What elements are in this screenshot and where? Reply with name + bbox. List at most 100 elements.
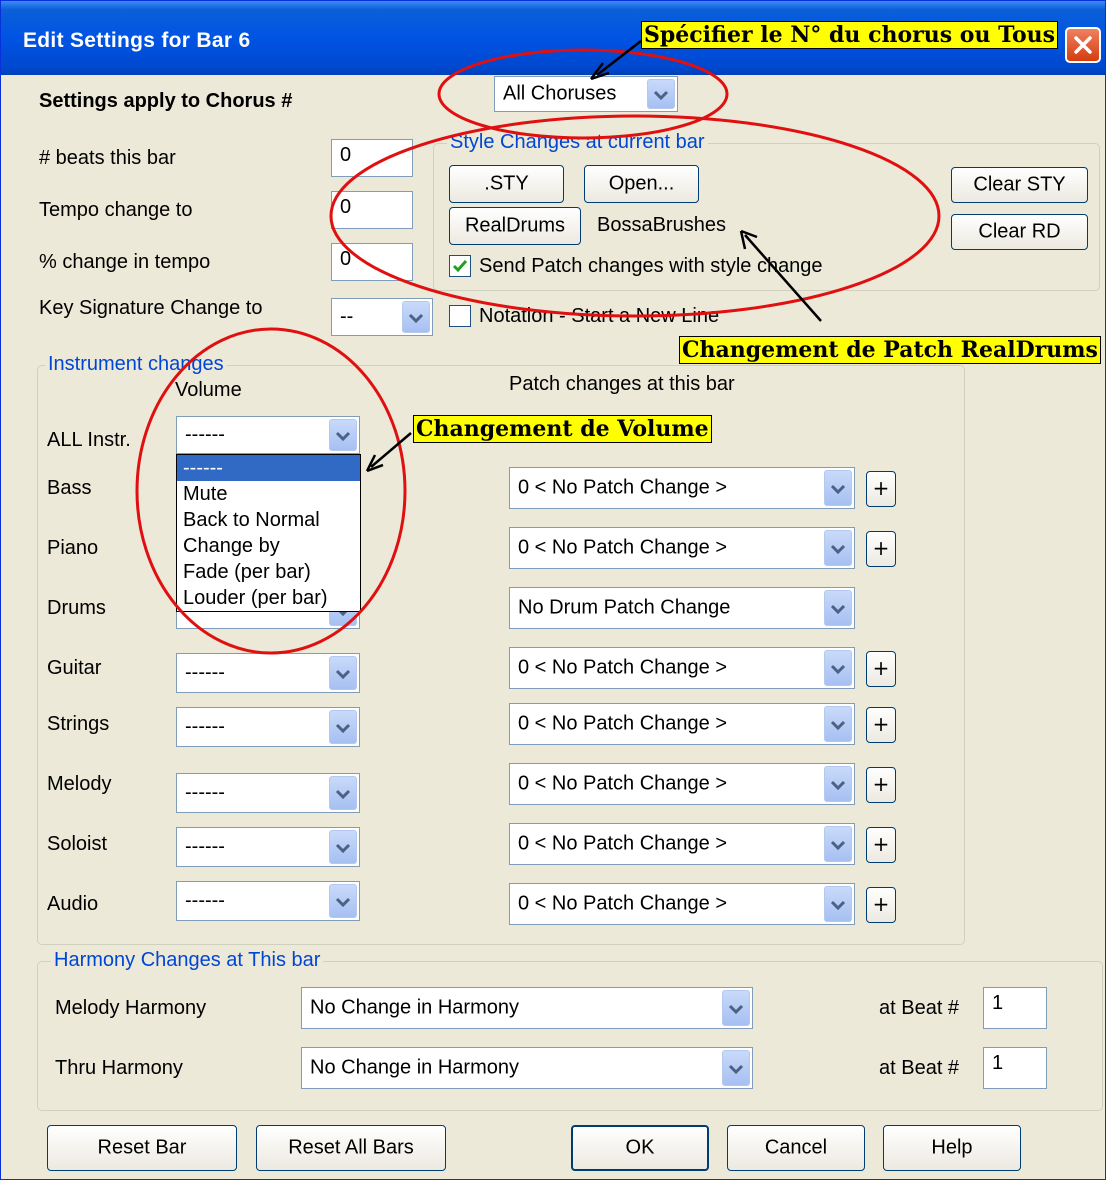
realdrums-button-label: RealDrums [464,214,566,237]
strings-patch-select[interactable]: 0 < No Patch Change > [509,703,855,745]
piano-patch-value: 0 < No Patch Change > [518,536,728,559]
notation-new-line-label: Notation - Start a New Line [479,305,720,327]
ok-button[interactable]: OK [571,1125,709,1171]
guitar-volume-select[interactable]: ------ [176,653,360,693]
chevron-down-icon[interactable] [824,470,852,506]
notation-new-line-checkbox[interactable] [449,305,471,327]
close-icon [1074,36,1092,54]
help-label: Help [931,1136,973,1159]
chevron-down-icon[interactable] [722,1050,750,1086]
clear-rd-label: Clear RD [978,220,1061,243]
piano-plus-button[interactable]: + [866,531,896,567]
send-patch-checkbox[interactable] [449,255,471,277]
audio-patch-select[interactable]: 0 < No Patch Change > [509,883,855,925]
soloist-patch-select[interactable]: 0 < No Patch Change > [509,823,855,865]
send-patch-label: Send Patch changes with style change [479,255,823,277]
reset-all-bars-button[interactable]: Reset All Bars [256,1125,446,1171]
volume-option[interactable]: Mute [177,481,360,507]
thru-harmony-value: No Change in Harmony [310,1056,519,1079]
key-signature-value: -- [340,305,354,328]
chevron-down-icon[interactable] [824,650,852,686]
guitar-volume-value: ------ [185,661,225,684]
key-signature-select[interactable]: -- [331,298,433,336]
soloist-volume-select[interactable]: ------ [176,827,360,867]
bass-patch-select[interactable]: 0 < No Patch Change > [509,467,855,509]
realdrums-button[interactable]: RealDrums [449,207,581,245]
beats-input[interactable]: 0 [331,139,413,177]
drums-label: Drums [47,597,106,619]
all-instr-volume-select[interactable]: ------ [176,416,360,454]
strings-label: Strings [47,713,110,735]
chevron-down-icon[interactable] [329,884,357,918]
strings-volume-value: ------ [185,715,225,738]
soloist-label: Soloist [47,833,108,855]
volume-option[interactable]: ------ [177,455,360,481]
chevron-down-icon[interactable] [824,766,852,802]
help-button[interactable]: Help [883,1125,1021,1171]
thru-beat-input[interactable]: 1 [983,1047,1047,1089]
melody-label: Melody [47,773,112,795]
melody-plus-button[interactable]: + [866,767,896,803]
chevron-down-icon[interactable] [722,990,750,1026]
chevron-down-icon[interactable] [329,776,357,810]
cancel-button[interactable]: Cancel [727,1125,865,1171]
guitar-plus-button[interactable]: + [866,651,896,687]
all-instr-volume-value: ------ [185,423,225,446]
chevron-down-icon[interactable] [647,79,675,109]
strings-patch-value: 0 < No Patch Change > [518,712,728,735]
chevron-down-icon[interactable] [329,419,357,451]
drums-patch-select[interactable]: No Drum Patch Change [509,587,855,629]
thru-harmony-select[interactable]: No Change in Harmony [301,1047,753,1089]
sty-button-label: .STY [484,172,529,195]
clear-sty-button[interactable]: Clear STY [951,167,1088,203]
audio-plus-button[interactable]: + [866,887,896,923]
tempo-input[interactable]: 0 [331,191,413,229]
strings-plus-button[interactable]: + [866,707,896,743]
chevron-down-icon[interactable] [329,830,357,864]
volume-option[interactable]: Change by [177,533,360,559]
audio-volume-select[interactable]: ------ [176,881,360,921]
melody-volume-select[interactable]: ------ [176,773,360,813]
cancel-label: Cancel [764,1136,828,1159]
chorus-select-value: All Choruses [503,82,617,105]
strings-volume-select[interactable]: ------ [176,707,360,747]
volume-option[interactable]: Fade (per bar) [177,559,360,585]
chorus-select[interactable]: All Choruses [494,76,678,112]
melody-patch-value: 0 < No Patch Change > [518,772,728,795]
close-button[interactable] [1065,27,1101,63]
melody-beat-input[interactable]: 1 [983,987,1047,1029]
chevron-down-icon[interactable] [824,590,852,626]
open-button[interactable]: Open... [584,165,699,203]
sty-button[interactable]: .STY [449,165,564,203]
chevron-down-icon[interactable] [329,656,357,690]
reset-bar-button[interactable]: Reset Bar [47,1125,237,1171]
pct-tempo-input[interactable]: 0 [331,243,413,281]
volume-dropdown-list[interactable]: ------ Mute Back to Normal Change by Fad… [176,454,361,612]
piano-patch-select[interactable]: 0 < No Patch Change > [509,527,855,569]
melody-harmony-select[interactable]: No Change in Harmony [301,987,753,1029]
chevron-down-icon[interactable] [824,886,852,922]
guitar-patch-select[interactable]: 0 < No Patch Change > [509,647,855,689]
realdrums-style-name: BossaBrushes [597,214,726,236]
bass-plus-button[interactable]: + [866,471,896,507]
audio-label: Audio [47,893,99,915]
chevron-down-icon[interactable] [824,706,852,742]
reset-all-bars-label: Reset All Bars [288,1136,414,1159]
volume-option[interactable]: Back to Normal [177,507,360,533]
chevron-down-icon[interactable] [824,530,852,566]
drums-patch-value: No Drum Patch Change [518,596,731,619]
thru-beat-label: at Beat # [879,1057,960,1079]
chevron-down-icon[interactable] [402,301,430,333]
reset-bar-label: Reset Bar [97,1136,187,1159]
clear-sty-label: Clear STY [973,173,1066,196]
melody-patch-select[interactable]: 0 < No Patch Change > [509,763,855,805]
melody-beat-label: at Beat # [879,997,960,1019]
chevron-down-icon[interactable] [329,710,357,744]
volume-option[interactable]: Louder (per bar) [177,585,360,611]
soloist-plus-button[interactable]: + [866,827,896,863]
chevron-down-icon[interactable] [824,826,852,862]
key-signature-label: Key Signature Change to [39,297,263,319]
clear-rd-button[interactable]: Clear RD [951,214,1088,250]
soloist-patch-value: 0 < No Patch Change > [518,832,728,855]
volume-header: Volume [175,379,242,401]
